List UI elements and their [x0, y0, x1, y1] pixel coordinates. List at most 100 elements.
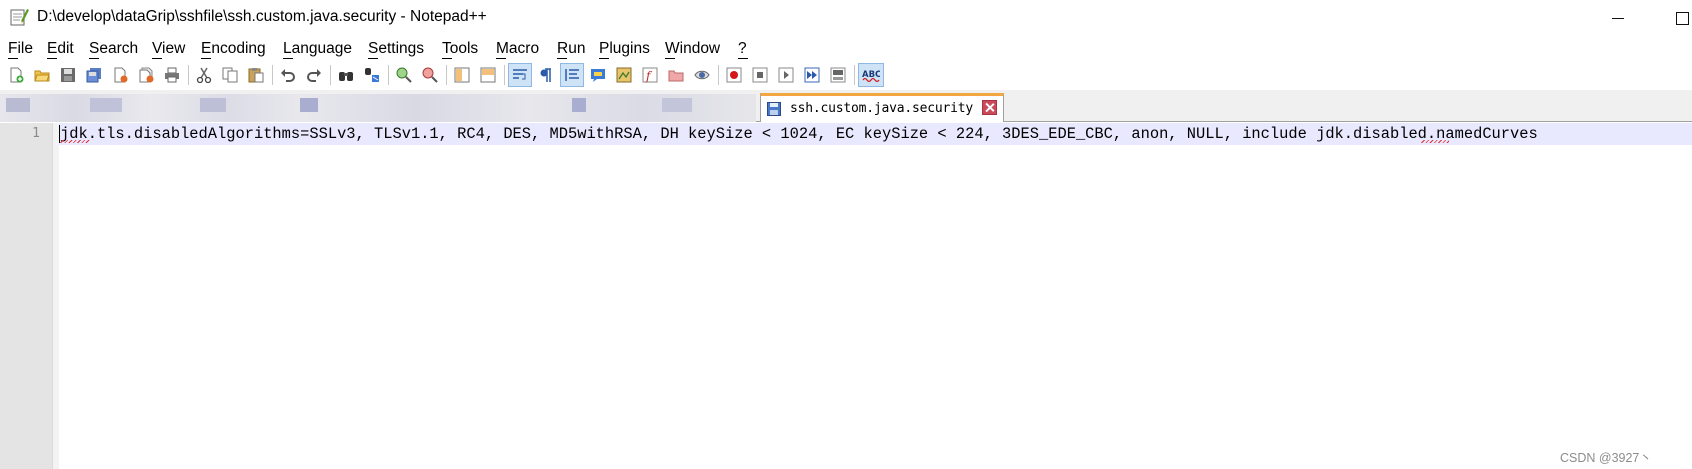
line-number: 1	[32, 126, 40, 141]
new-file-button[interactable]	[5, 64, 27, 86]
close-all-icon	[139, 67, 154, 83]
menu-plugins[interactable]: Plugins	[599, 40, 650, 59]
save-macro-button[interactable]	[827, 64, 849, 86]
toolbar-separator	[718, 65, 719, 85]
zoom-in-icon	[396, 67, 412, 83]
sync-vertical-scroll-icon	[454, 67, 470, 83]
find-replace-icon	[365, 68, 379, 82]
fast-forward-icon	[804, 67, 820, 83]
menu-bar: File Edit Search View Encoding Language …	[0, 36, 1692, 62]
printer-icon	[165, 67, 179, 83]
toolbar-separator	[388, 65, 389, 85]
close-all-button[interactable]	[135, 64, 157, 86]
function-list-icon: f	[642, 67, 658, 83]
maximize-button[interactable]	[1648, 0, 1692, 36]
fold-margin	[52, 123, 59, 469]
redacted-tab	[300, 98, 318, 112]
binoculars-icon	[339, 72, 353, 81]
copy-button[interactable]	[219, 64, 241, 86]
sync-horizontal-button[interactable]	[477, 64, 499, 86]
menu-file[interactable]: File	[8, 40, 33, 59]
save-button[interactable]	[57, 64, 79, 86]
close-file-icon	[114, 67, 128, 83]
paste-button[interactable]	[245, 64, 267, 86]
paste-icon	[248, 68, 264, 83]
toolbar-separator	[330, 65, 331, 85]
zoom-in-button[interactable]	[393, 64, 415, 86]
replace-button[interactable]	[361, 64, 383, 86]
word-wrap-icon	[513, 69, 527, 80]
tab-label: ssh.custom.java.security	[790, 101, 974, 116]
open-file-button[interactable]	[31, 64, 53, 86]
menu-help[interactable]: ?	[738, 40, 748, 59]
monitoring-button[interactable]	[691, 64, 713, 86]
menu-view[interactable]: View	[152, 40, 185, 59]
toolbar-separator	[504, 65, 505, 85]
menu-encoding[interactable]: Encoding	[201, 40, 266, 59]
undo-button[interactable]	[277, 64, 299, 86]
toolbar-separator	[272, 65, 273, 85]
record-icon	[726, 67, 742, 83]
watermark: CSDN @3927丶	[1560, 451, 1652, 465]
run-macro-multiple-button[interactable]	[801, 64, 823, 86]
menu-search[interactable]: Search	[89, 40, 138, 59]
eye-icon	[694, 70, 710, 80]
redo-icon	[307, 69, 321, 82]
undo-icon	[281, 69, 295, 82]
minimize-button[interactable]	[1596, 0, 1640, 36]
notepad-plus-plus-icon	[10, 9, 29, 26]
tab-close-icon[interactable]	[982, 100, 997, 115]
menu-settings[interactable]: Settings	[368, 40, 424, 59]
spell-check-icon: ABC	[862, 70, 880, 83]
toolbar: f ABC	[0, 62, 1692, 90]
menu-language[interactable]: Language	[283, 40, 352, 59]
new-file-icon	[10, 67, 24, 83]
print-button[interactable]	[161, 64, 183, 86]
tab-ssh-custom-java-security[interactable]: ssh.custom.java.security	[760, 93, 1004, 122]
menu-edit[interactable]: Edit	[47, 40, 74, 59]
redacted-tab	[6, 98, 30, 112]
toolbar-separator	[446, 65, 447, 85]
play-icon	[778, 67, 794, 83]
redacted-tab	[200, 98, 226, 112]
play-macro-button[interactable]	[775, 64, 797, 86]
line-number-gutter: 1	[0, 123, 59, 469]
save-icon	[61, 68, 75, 82]
find-button[interactable]	[335, 64, 357, 86]
saved-file-icon	[767, 102, 781, 116]
editor[interactable]: 1 jdk.tls.disabledAlgorithms=SSLv3, TLSv…	[0, 123, 1692, 469]
spell-check-button[interactable]: ABC	[858, 63, 884, 87]
menu-run[interactable]: Run	[557, 40, 585, 59]
zoom-out-button[interactable]	[419, 64, 441, 86]
stop-recording-button[interactable]	[749, 64, 771, 86]
open-folder-icon	[34, 70, 50, 82]
menu-macro[interactable]: Macro	[496, 40, 539, 59]
document-map-icon	[616, 67, 632, 83]
word-wrap-button[interactable]	[508, 63, 532, 87]
text-caret	[59, 125, 60, 143]
zoom-out-icon	[422, 67, 438, 83]
copy-icon	[222, 67, 238, 83]
cut-button[interactable]	[193, 64, 215, 86]
save-all-button[interactable]	[83, 64, 105, 86]
sync-horizontal-scroll-icon	[480, 67, 496, 83]
indent-guide-button[interactable]	[560, 63, 584, 87]
save-all-icon	[86, 68, 101, 83]
show-all-characters-button[interactable]	[535, 64, 557, 86]
redacted-tab	[90, 98, 122, 112]
record-macro-button[interactable]	[723, 64, 745, 86]
sync-vertical-button[interactable]	[451, 64, 473, 86]
redo-button[interactable]	[303, 64, 325, 86]
indent-guide-icon	[565, 69, 579, 81]
function-list-button[interactable]: f	[639, 64, 661, 86]
redacted-tab	[572, 98, 586, 112]
code-line[interactable]: jdk.tls.disabledAlgorithms=SSLv3, TLSv1.…	[60, 125, 1538, 143]
redacted-tab	[662, 98, 692, 112]
folder-as-workspace-button[interactable]	[665, 64, 687, 86]
user-defined-language-button[interactable]	[587, 64, 609, 86]
document-map-button[interactable]	[613, 64, 635, 86]
menu-tools[interactable]: Tools	[442, 40, 478, 59]
menu-window[interactable]: Window	[665, 40, 720, 59]
pilcrow-icon	[540, 68, 551, 82]
close-button[interactable]	[109, 64, 131, 86]
